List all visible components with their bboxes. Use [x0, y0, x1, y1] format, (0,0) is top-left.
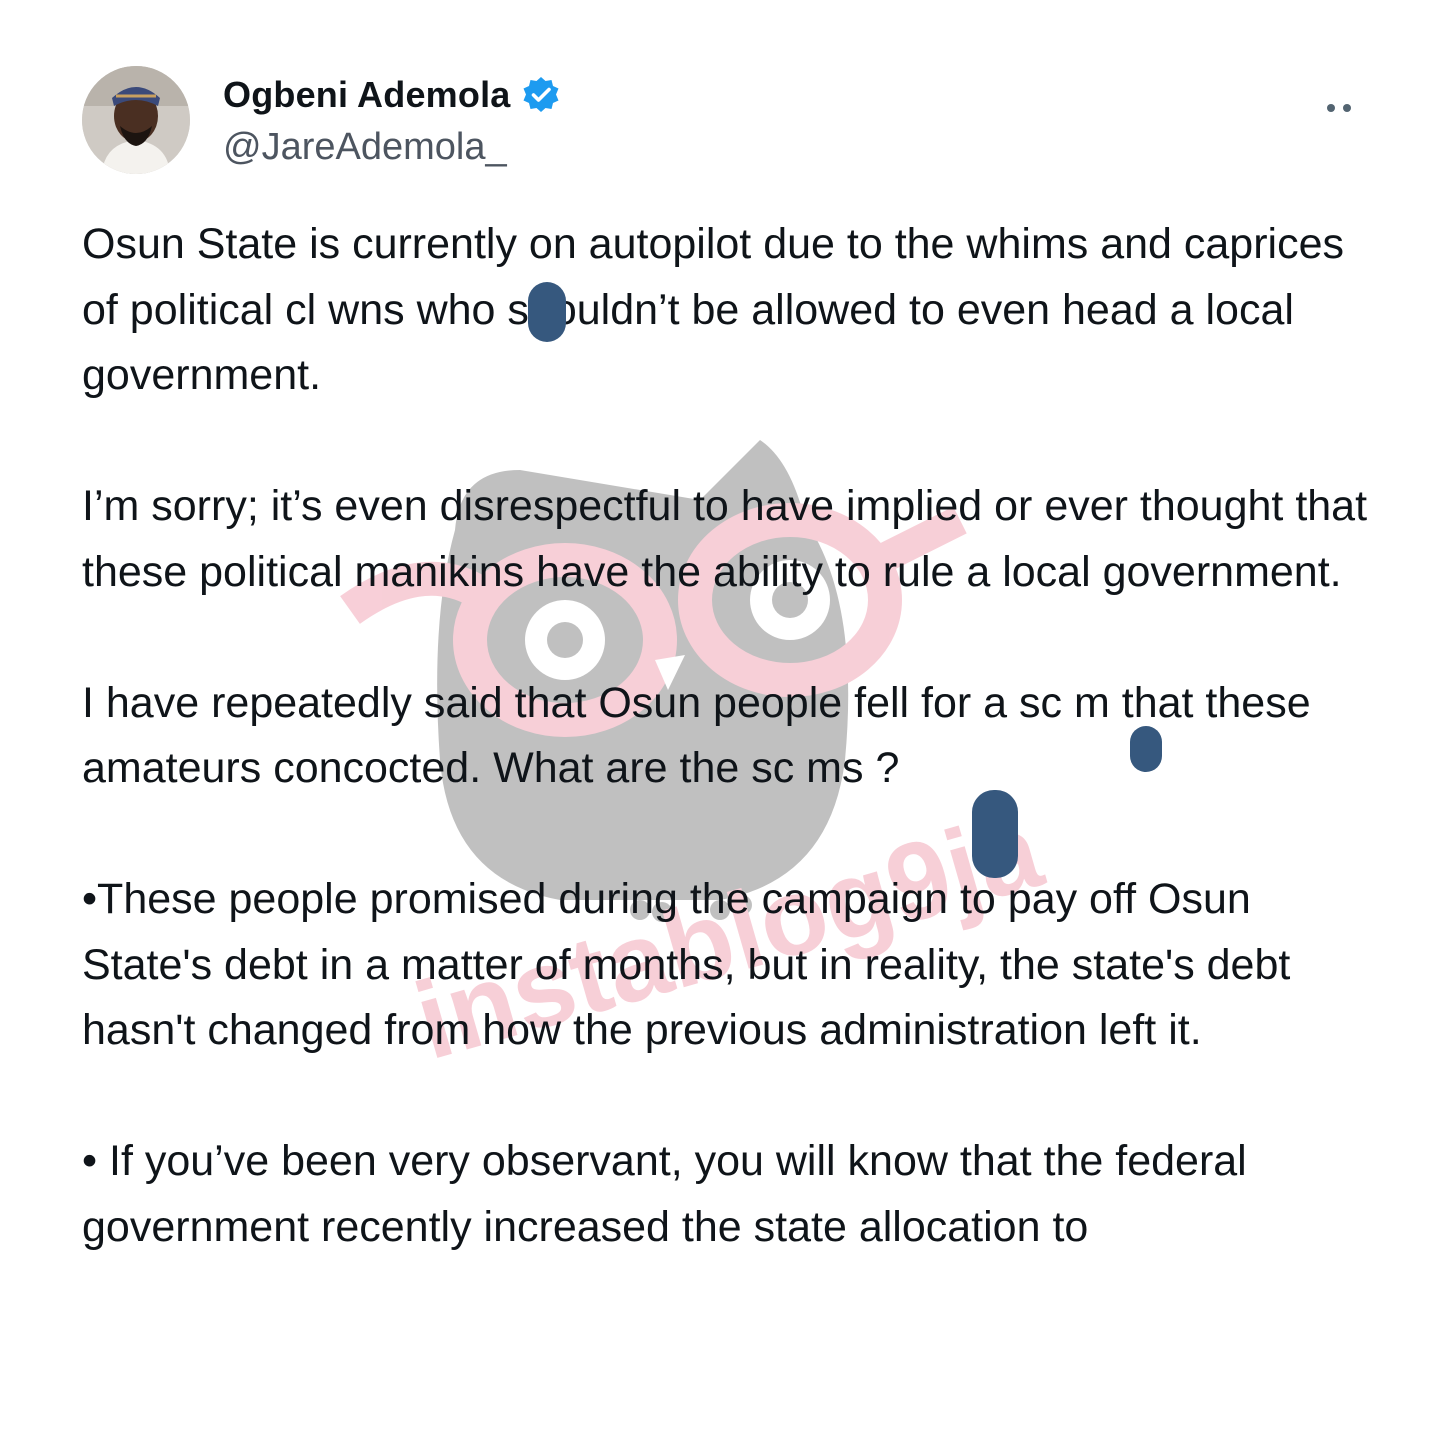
tweet-paragraph: Osun State is currently on autopilot due…: [82, 220, 1345, 399]
author-handle[interactable]: @JareAdemola_: [223, 126, 507, 169]
tweet-paragraph: • If you’ve been very observant, you wil…: [82, 1137, 1247, 1251]
tweet-paragraph: I’m sorry; it’s even disrespectful to ha…: [82, 482, 1368, 596]
tweet-header: Ogbeni Ademola @JareAdemola_: [82, 66, 1362, 176]
more-dots-icon: [1327, 104, 1335, 112]
more-options-button[interactable]: [1322, 98, 1356, 118]
author-display-name[interactable]: Ogbeni Ademola: [223, 74, 511, 116]
avatar-photo-icon: [82, 66, 190, 174]
tweet-text: Osun State is currently on autopilot due…: [82, 212, 1372, 1326]
redaction-mark: [1130, 726, 1162, 772]
redaction-mark: [528, 282, 566, 342]
tweet-screenshot: Ogbeni Ademola @JareAdemola_ instablog9j…: [0, 0, 1440, 1440]
more-dots-icon: [1343, 104, 1351, 112]
author-name-row: Ogbeni Ademola: [223, 74, 561, 116]
redaction-mark: [972, 790, 1018, 878]
avatar[interactable]: [82, 66, 190, 174]
tweet-paragraph: •These people promised during the campai…: [82, 875, 1291, 1054]
verified-badge-icon: [521, 75, 561, 115]
tweet-paragraph: I have repeatedly said that Osun people …: [82, 678, 1311, 793]
